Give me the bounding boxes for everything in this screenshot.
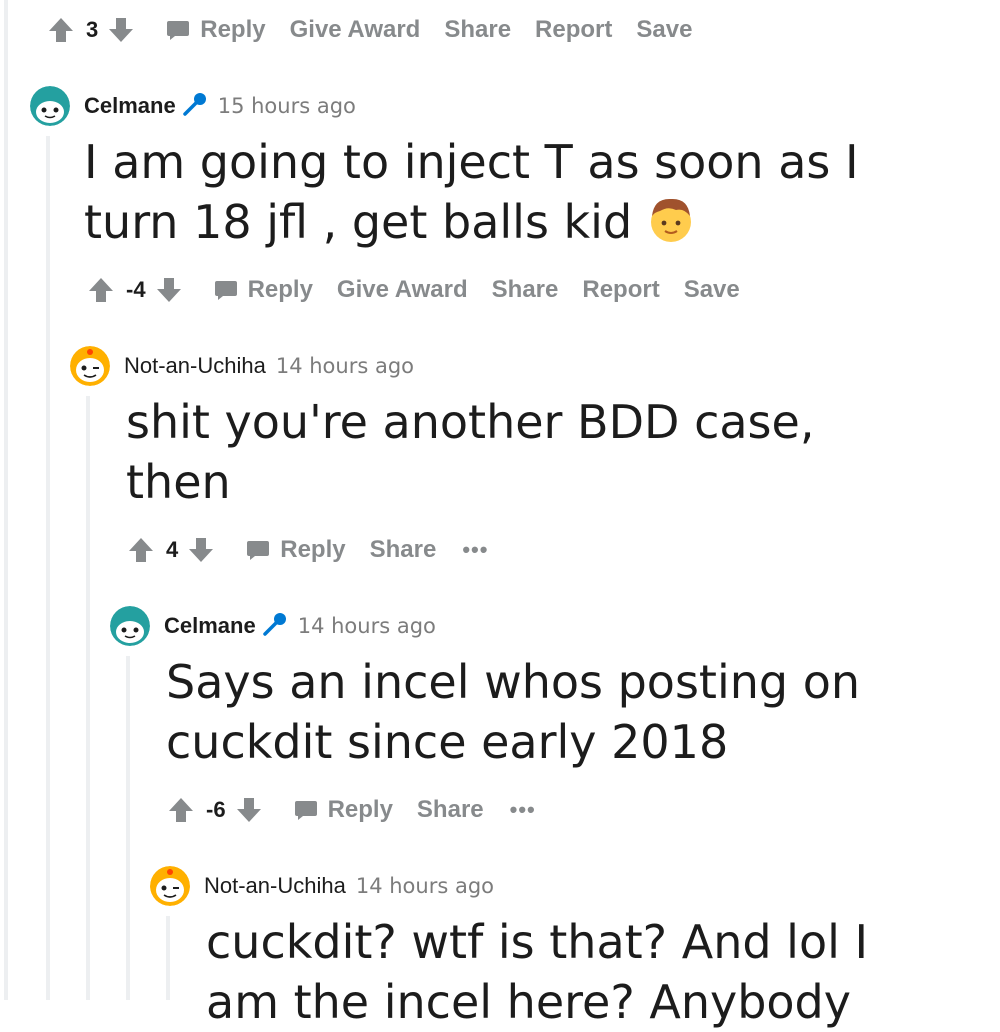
upvote-icon[interactable]	[128, 537, 154, 563]
timestamp[interactable]: 14 hours ago	[298, 614, 436, 638]
reply-label: Reply	[247, 276, 313, 303]
timestamp[interactable]: 15 hours ago	[218, 94, 356, 118]
username[interactable]: Celmane	[164, 613, 256, 639]
comment-header: Not-an-Uchiha 14 hours ago	[150, 866, 494, 906]
comment-icon	[247, 541, 270, 560]
more-options-button[interactable]: •••	[462, 537, 488, 563]
upvote-icon[interactable]	[168, 797, 194, 823]
share-button[interactable]: Share	[444, 16, 511, 44]
downvote-icon[interactable]	[188, 537, 214, 563]
comment-text-line: cuckdit? wtf is that? And lol I	[206, 915, 869, 969]
share-button[interactable]: Share	[492, 276, 559, 304]
thread-line-level-1[interactable]	[46, 136, 50, 1000]
save-button[interactable]: Save	[636, 16, 692, 44]
comment-action-bar: 4 Reply Share •••	[128, 530, 488, 570]
comment-body: Says an incel whos posting on cuckdit si…	[166, 652, 986, 772]
comment-header: Not-an-Uchiha 14 hours ago	[70, 346, 414, 386]
comment-header: Celmane 15 hours ago	[30, 86, 356, 126]
downvote-icon[interactable]	[156, 277, 182, 303]
comment-body: cuckdit? wtf is that? And lol I am the i…	[206, 912, 996, 1032]
reply-button[interactable]: Reply	[294, 796, 393, 824]
comment-text-line: shit you're another BDD case,	[126, 395, 815, 449]
avatar[interactable]	[110, 606, 150, 646]
report-button[interactable]: Report	[582, 276, 659, 304]
microphone-icon	[262, 611, 288, 641]
thread-line-level-3[interactable]	[126, 656, 130, 1000]
avatar[interactable]	[150, 866, 190, 906]
report-button[interactable]: Report	[535, 16, 612, 44]
username[interactable]: Not-an-Uchiha	[124, 353, 266, 379]
more-options-button[interactable]: •••	[510, 797, 536, 823]
avatar[interactable]	[70, 346, 110, 386]
share-button[interactable]: Share	[370, 536, 437, 564]
vote-score: -6	[206, 797, 226, 822]
comment-icon	[167, 21, 190, 40]
save-button[interactable]: Save	[684, 276, 740, 304]
username[interactable]: Celmane	[84, 93, 176, 119]
thread-line-level-2[interactable]	[86, 396, 90, 1000]
comment-action-bar: 3 Reply Give Award Share Report Save	[48, 10, 692, 50]
comment-text: I am going to inject T as soon as I turn…	[84, 135, 859, 249]
thread-line-level-4[interactable]	[166, 916, 170, 1000]
comment-icon	[214, 281, 237, 300]
comment-body: I am going to inject T as soon as I turn…	[84, 132, 944, 258]
timestamp[interactable]: 14 hours ago	[356, 874, 494, 898]
reply-button[interactable]: Reply	[246, 536, 346, 564]
comment-text-line: cuckdit since early 2018	[166, 715, 729, 769]
reply-label: Reply	[327, 796, 393, 823]
comment-text-line: then	[126, 455, 231, 509]
reply-label: Reply	[200, 16, 266, 43]
comment-header: Celmane 14 hours ago	[110, 606, 436, 646]
vote-group: -4	[88, 277, 182, 303]
reply-label: Reply	[280, 536, 346, 563]
username[interactable]: Not-an-Uchiha	[204, 873, 346, 899]
avatar[interactable]	[30, 86, 70, 126]
vote-score: 3	[86, 17, 99, 42]
timestamp[interactable]: 14 hours ago	[276, 354, 414, 378]
give-award-button[interactable]: Give Award	[337, 276, 468, 304]
reply-button[interactable]: Reply	[214, 276, 313, 304]
downvote-icon[interactable]	[236, 797, 262, 823]
vote-group: 4	[128, 537, 214, 563]
microphone-icon	[182, 91, 208, 121]
comment-action-bar: -6 Reply Share •••	[168, 790, 536, 830]
comment-action-bar: -4 Reply Give Award Share Report Save	[88, 270, 740, 310]
downvote-icon[interactable]	[108, 17, 134, 43]
comment-text-line: Says an incel whos posting on	[166, 655, 860, 709]
boy-emoji	[646, 194, 696, 258]
share-button[interactable]: Share	[417, 796, 484, 824]
comment-text-line: am the incel here? Anybody	[206, 975, 851, 1029]
vote-score: -4	[126, 277, 146, 302]
vote-group: 3	[48, 17, 134, 43]
upvote-icon[interactable]	[88, 277, 114, 303]
reply-button[interactable]: Reply	[166, 16, 266, 44]
upvote-icon[interactable]	[48, 17, 74, 43]
vote-group: -6	[168, 797, 262, 823]
thread-line-root[interactable]	[4, 0, 8, 1000]
give-award-button[interactable]: Give Award	[290, 16, 421, 44]
comment-body: shit you're another BDD case, then	[126, 392, 946, 512]
comment-icon	[294, 801, 317, 820]
vote-score: 4	[166, 537, 179, 562]
